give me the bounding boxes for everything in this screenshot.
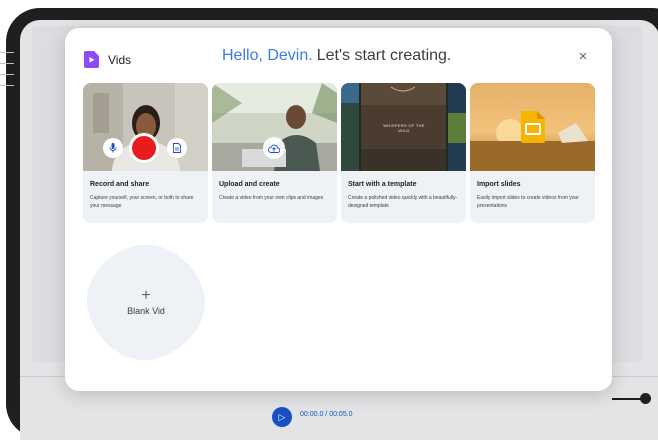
- app-name: Vids: [108, 52, 132, 67]
- notes-button[interactable]: [167, 138, 187, 158]
- play-button[interactable]: ▷: [272, 407, 292, 427]
- card-title: Upload and create: [219, 181, 280, 188]
- card-title: Record and share: [90, 181, 150, 188]
- greeting-name: Hello, Devin.: [222, 47, 313, 64]
- card-start-with-template[interactable]: WHISPERS OF THE WILD Start with a templa…: [341, 83, 466, 223]
- scrubber-handle[interactable]: [640, 393, 651, 404]
- play-icon: ▷: [278, 411, 286, 422]
- brand: Vids: [84, 51, 131, 68]
- blank-vid-button[interactable]: + Blank Vid: [88, 245, 204, 359]
- close-button[interactable]: ×: [573, 46, 593, 66]
- slides-icon: [521, 111, 545, 143]
- record-button[interactable]: [129, 133, 159, 163]
- timecode: 00:00.0 / 00:05.0: [300, 411, 353, 418]
- slides-thumbnail: [470, 83, 595, 171]
- card-description: Create a video from your own clips and i…: [219, 195, 324, 201]
- card-title: Import slides: [477, 181, 521, 188]
- template-thumbnail: WHISPERS OF THE WILD: [341, 83, 466, 171]
- timeline-lines: [0, 52, 14, 96]
- card-title: Start with a template: [348, 181, 417, 188]
- card-import-slides[interactable]: Import slides Easily import slides to cr…: [470, 83, 595, 223]
- card-description: Easily import slides to create videos fr…: [477, 195, 579, 209]
- create-dialog: Vids Hello, Devin. Let's start creating. …: [65, 28, 612, 391]
- upload-button[interactable]: [263, 137, 285, 159]
- blank-vid-label: Blank Vid: [127, 305, 165, 316]
- card-record-and-share[interactable]: Record and share Capture yourself, your …: [83, 83, 208, 223]
- card-upload-and-create[interactable]: Upload and create Create a video from yo…: [212, 83, 337, 223]
- notes-icon: [173, 143, 181, 153]
- vids-logo-icon: [84, 51, 99, 68]
- card-description: Capture yourself, your screen, or both t…: [90, 195, 194, 209]
- record-thumbnail: [83, 83, 208, 171]
- plus-icon: +: [141, 286, 151, 304]
- close-icon: ×: [578, 47, 588, 65]
- card-description: Create a polished video quickly with a b…: [348, 195, 458, 209]
- template-thumbnail-title: WHISPERS OF THE WILD: [383, 123, 425, 133]
- greeting-message: Let's start creating.: [316, 47, 452, 64]
- greeting-heading: Hello, Devin. Let's start creating.: [222, 47, 451, 65]
- cloud-upload-icon: [268, 144, 280, 153]
- upload-thumbnail: [212, 83, 337, 171]
- mic-icon: [109, 143, 117, 153]
- mic-button[interactable]: [103, 138, 123, 158]
